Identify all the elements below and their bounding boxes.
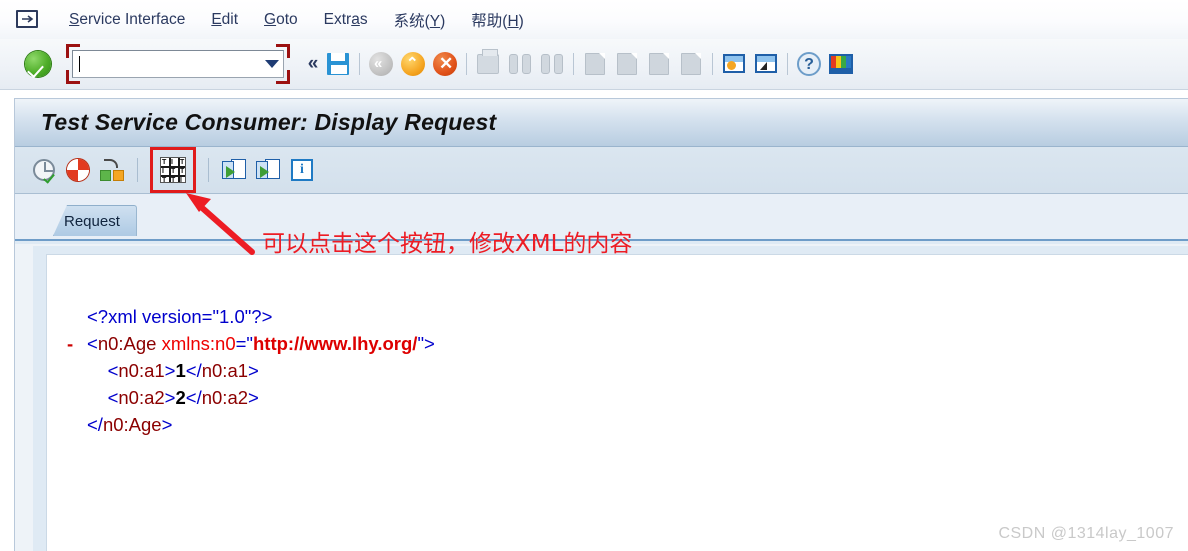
xml-token: > — [248, 387, 259, 408]
status-pie-icon[interactable] — [64, 156, 92, 184]
watermark: CSDN @1314lay_1007 — [998, 525, 1174, 542]
xml-token: n0:Age — [102, 414, 162, 435]
menu-item-extras[interactable]: Extras — [311, 9, 381, 31]
xml-token: </ — [185, 387, 202, 408]
standard-toolbar: « « ⌃ ✕ ? — [0, 39, 1188, 90]
print-icon[interactable] — [473, 49, 503, 79]
highlight-corner-tr — [276, 44, 290, 58]
toolbar-separator — [466, 53, 467, 75]
xml-token: n0:a2 — [201, 387, 249, 408]
xml-editor-highlight-box: T I T I T T T T I — [150, 147, 196, 193]
command-input[interactable] — [80, 54, 261, 74]
xml-token: < — [107, 387, 119, 408]
export-request-icon[interactable] — [220, 156, 248, 184]
xml-token: n0:Age — [97, 333, 157, 354]
xml-collapse-toggle[interactable]: - — [67, 330, 73, 357]
menu-item-system[interactable]: 系统(Y) — [381, 7, 459, 33]
xml-token: </ — [185, 360, 202, 381]
last-page-icon[interactable] — [676, 49, 706, 79]
xml-token: < — [87, 333, 98, 354]
menu-item-help[interactable]: 帮助(H) — [458, 7, 537, 33]
xml-indent — [87, 387, 108, 408]
xml-editor-grid-icon[interactable]: T I T I T T T T I — [159, 156, 187, 184]
xml-line: <?xml version="1.0"?> — [61, 303, 1188, 330]
toolbar-separator — [359, 53, 360, 75]
toolbar-separator — [573, 53, 574, 75]
xml-document: <?xml version="1.0"?> - <n0:Age xmlns:n0="… — [61, 303, 1188, 438]
xml-indent — [87, 360, 108, 381]
xml-token: n0:a2 — [118, 387, 165, 408]
menu-item-goto[interactable]: Goto — [251, 9, 311, 31]
xml-token: http://www.lhy.org/ — [253, 333, 418, 354]
app-toolbar-separator — [137, 158, 138, 182]
xml-token: n0:a1 — [201, 360, 249, 381]
xml-line: </n0:Age> — [61, 411, 1188, 438]
screen-title-bar: Test Service Consumer: Display Request — [15, 99, 1188, 147]
tab-request-label: Request — [64, 212, 120, 230]
back-icon[interactable]: « — [366, 49, 396, 79]
cancel-icon[interactable]: ✕ — [430, 49, 460, 79]
enter-icon[interactable] — [25, 51, 51, 77]
find-icon[interactable] — [505, 49, 535, 79]
customize-local-layout-icon[interactable] — [826, 49, 856, 79]
sap-logo-icon — [14, 8, 44, 32]
toolbar-separator — [787, 53, 788, 75]
page-title: Test Service Consumer: Display Request — [41, 109, 497, 135]
execute-timer-icon[interactable] — [30, 156, 58, 184]
xml-token: n0:a1 — [118, 360, 165, 381]
previous-page-icon[interactable] — [612, 49, 642, 79]
help-icon[interactable]: ? — [794, 49, 824, 79]
highlight-corner-br — [276, 70, 290, 84]
xml-token: </ — [87, 414, 103, 435]
create-session-icon[interactable] — [751, 49, 781, 79]
save-icon[interactable] — [323, 49, 353, 79]
collapse-icon[interactable]: « — [300, 53, 322, 75]
menu-item-service-interface[interactable]: Service Interface — [56, 9, 198, 31]
xml-line: <n0:a1>1</n0:a1> — [61, 357, 1188, 384]
xml-token: > — [248, 360, 259, 381]
content-pane: <?xml version="1.0"?> - <n0:Age xmlns:n0="… — [33, 246, 1188, 551]
exit-icon[interactable]: ⌃ — [398, 49, 428, 79]
next-page-icon[interactable] — [644, 49, 674, 79]
menu-item-edit[interactable]: Edit — [198, 9, 251, 31]
xml-token: <?xml version="1.0"?> — [87, 306, 273, 327]
highlight-corner-tl — [66, 44, 80, 58]
screen-area: Test Service Consumer: Display Request T — [14, 98, 1188, 551]
tab-request[interactable]: Request — [53, 205, 137, 236]
xml-token: > — [164, 387, 176, 408]
find-next-icon[interactable] — [537, 49, 567, 79]
menu-bar: Service Interface Edit Goto Extras 系统(Y)… — [0, 0, 1188, 39]
xml-line: <n0:a2>2</n0:a2> — [61, 384, 1188, 411]
application-toolbar: T I T I T T T T I i — [15, 147, 1188, 194]
annotation-text: 可以点击这个按钮，修改XML的内容 — [262, 231, 633, 257]
xml-token: xmlns:n0 — [161, 333, 236, 354]
first-page-icon[interactable] — [580, 49, 610, 79]
xml-token: =" — [235, 333, 253, 354]
xml-token: < — [107, 360, 119, 381]
new-window-icon[interactable] — [719, 49, 749, 79]
xml-viewer[interactable]: <?xml version="1.0"?> - <n0:Age xmlns:n0="… — [46, 254, 1188, 551]
xml-token: > — [161, 414, 173, 435]
info-icon[interactable]: i — [288, 156, 316, 184]
toolbar-separator — [712, 53, 713, 75]
export-response-icon[interactable] — [254, 156, 282, 184]
xml-line: - <n0:Age xmlns:n0="http://www.lhy.org/"> — [61, 330, 1188, 357]
trace-config-icon[interactable] — [98, 156, 126, 184]
command-field[interactable] — [72, 50, 284, 78]
sap-gui-window: Service Interface Edit Goto Extras 系统(Y)… — [0, 0, 1188, 551]
xml-token: "> — [417, 333, 435, 354]
xml-token: 1 — [175, 360, 186, 381]
command-field-highlight — [66, 44, 290, 84]
xml-token: 2 — [175, 387, 186, 408]
highlight-corner-bl — [66, 70, 80, 84]
app-toolbar-separator — [208, 158, 209, 182]
xml-token: > — [164, 360, 176, 381]
